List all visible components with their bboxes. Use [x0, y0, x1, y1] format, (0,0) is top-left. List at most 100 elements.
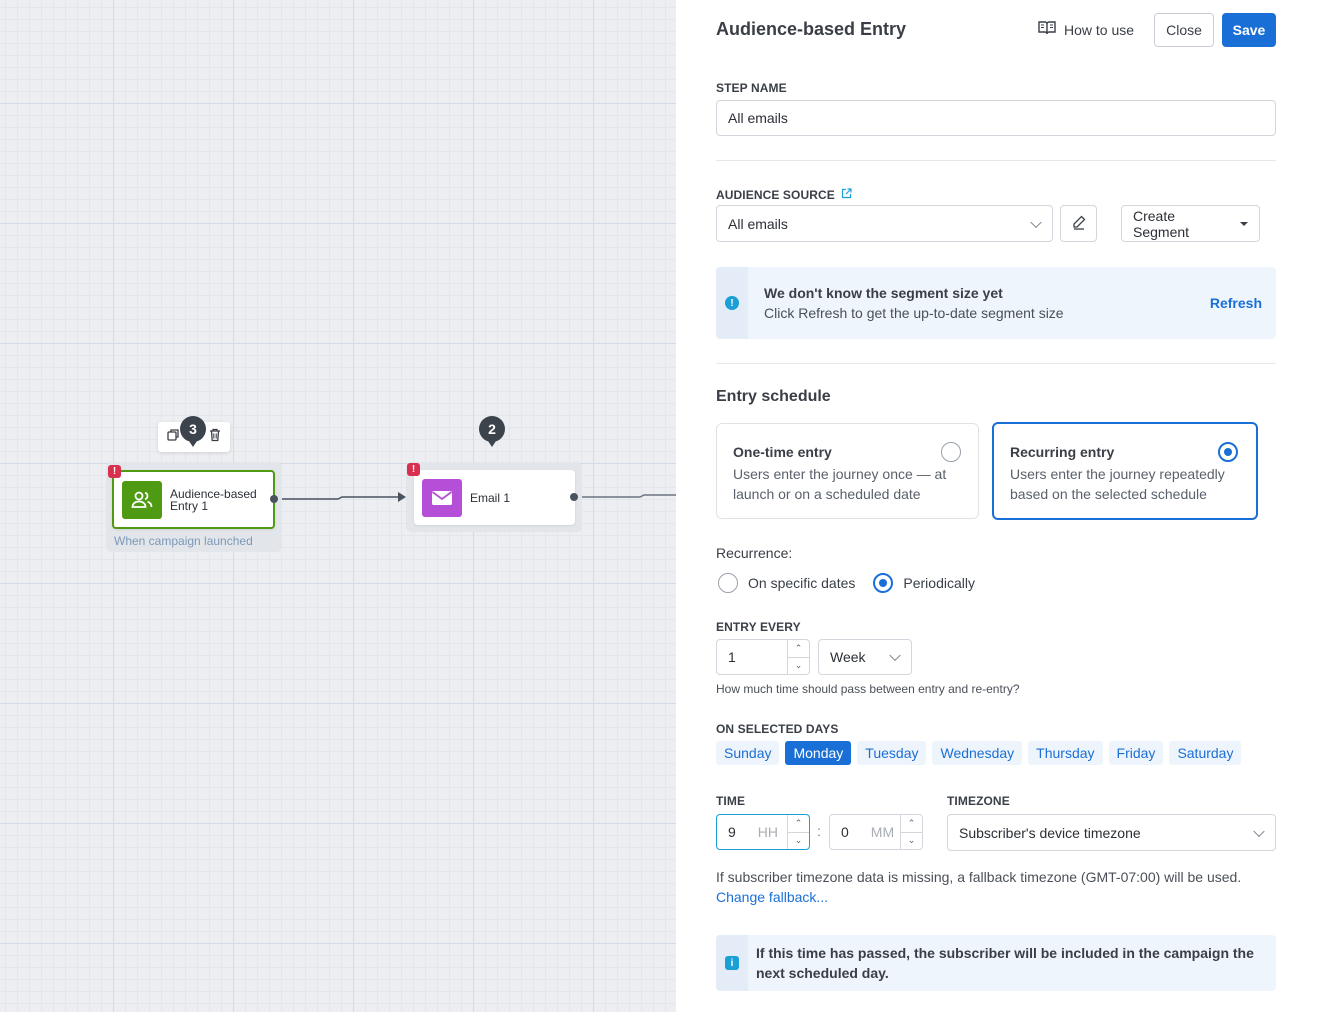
connector-email-out — [578, 494, 676, 498]
connector-entry-to-email — [278, 496, 398, 500]
day-chip-tuesday[interactable]: Tuesday — [857, 741, 927, 765]
chevron-down-icon[interactable]: ⌄ — [788, 831, 809, 850]
entry-node-caption: When campaign launched — [114, 534, 253, 548]
time-separator: : — [817, 823, 821, 839]
specific-dates-radio[interactable] — [718, 573, 738, 593]
entry-node-label: Audience-based Entry 1 — [170, 486, 257, 513]
entry-every-label: ENTRY EVERY — [716, 620, 801, 634]
close-button[interactable]: Close — [1154, 13, 1214, 47]
timezone-label: TIMEZONE — [947, 794, 1010, 808]
time-minutes-value: 0 — [841, 824, 849, 840]
change-fallback-link[interactable]: Change fallback... — [716, 889, 828, 905]
timezone-value: Subscriber's device timezone — [959, 824, 1141, 841]
periodically-radio[interactable] — [873, 573, 894, 593]
step-name-value: All emails — [728, 110, 788, 126]
envelope-icon — [422, 478, 462, 517]
time-hours-input[interactable]: 9 HH ⌃ ⌄ — [716, 814, 810, 850]
email-node-count-badge: 2 — [479, 416, 505, 447]
recurring-entry-radio[interactable] — [1218, 442, 1238, 462]
connector-arrowhead — [398, 492, 406, 502]
chevron-up-icon[interactable]: ⌃ — [901, 815, 922, 832]
trash-icon[interactable] — [208, 428, 222, 447]
recurrence-options: On specific dates Periodically — [718, 573, 975, 593]
pencil-icon — [1071, 214, 1087, 233]
info-strip: ! — [716, 267, 748, 339]
time-minutes-stepper: ⌃ ⌄ — [900, 815, 922, 849]
copy-icon[interactable] — [166, 428, 180, 447]
recurring-entry-desc: Users enter the journey repeatedly based… — [1010, 466, 1225, 502]
segment-info-title: We don't know the segment size yet — [764, 285, 1003, 301]
chevron-up-icon[interactable]: ⌃ — [788, 815, 809, 832]
step-settings-panel: Audience-based Entry How to use Close Sa… — [676, 0, 1318, 1012]
time-hours-value: 9 — [728, 824, 736, 840]
book-icon — [1038, 20, 1056, 39]
time-hours-placeholder: HH — [757, 824, 779, 840]
periodically-label[interactable]: Periodically — [903, 575, 975, 591]
divider — [716, 160, 1276, 161]
time-label: TIME — [716, 794, 746, 808]
audience-source-header: AUDIENCE SOURCE — [716, 186, 852, 204]
day-chip-saturday[interactable]: Saturday — [1169, 741, 1242, 765]
time-minutes-input[interactable]: 0 MM ⌃ ⌄ — [829, 814, 923, 850]
chevron-down-icon — [1030, 216, 1042, 228]
day-chip-monday[interactable]: Monday — [785, 741, 852, 765]
create-segment-label: Create Segment — [1133, 207, 1190, 240]
info-strip: i — [716, 935, 748, 991]
time-passed-info: i If this time has passed, the subscribe… — [716, 935, 1276, 991]
time-hours-stepper: ⌃ ⌄ — [787, 815, 809, 849]
segment-info-body: Click Refresh to get the up-to-date segm… — [764, 305, 1064, 321]
recurring-entry-title: Recurring entry — [1010, 444, 1115, 460]
entry-node-warning-icon: ! — [108, 465, 121, 478]
entry-schedule-heading: Entry schedule — [716, 388, 831, 405]
chevron-down-icon — [1253, 825, 1265, 837]
info-icon: i — [725, 956, 739, 970]
chevron-down-icon — [889, 649, 901, 662]
day-chip-thursday[interactable]: Thursday — [1028, 741, 1103, 765]
entry-every-input[interactable]: 1 ⌃ ⌄ — [716, 639, 810, 675]
divider — [716, 363, 1276, 364]
email-node[interactable]: Email 1 — [414, 470, 575, 525]
one-time-entry-desc: Users enter the journey once — at launch… — [733, 466, 947, 502]
day-chip-friday[interactable]: Friday — [1108, 741, 1164, 765]
entry-every-hint: How much time should pass between entry … — [716, 682, 1020, 696]
how-to-use-label: How to use — [1064, 21, 1135, 38]
entry-every-unit-select[interactable]: Week — [818, 639, 912, 675]
chevron-down-icon[interactable]: ⌄ — [901, 831, 922, 850]
entry-node-count-badge: 3 — [180, 416, 206, 447]
specific-dates-label[interactable]: On specific dates — [748, 575, 855, 591]
refresh-button[interactable]: Refresh — [1210, 295, 1262, 311]
audience-source-label: AUDIENCE SOURCE — [716, 188, 835, 202]
audience-source-value: All emails — [728, 215, 788, 232]
timezone-fallback-note: If subscriber timezone data is missing, … — [716, 869, 1242, 885]
selected-days-label: ON SELECTED DAYS — [716, 722, 839, 736]
chevron-up-icon[interactable]: ⌃ — [788, 640, 809, 657]
step-name-input[interactable]: All emails — [716, 100, 1276, 136]
external-link-icon[interactable] — [841, 186, 852, 204]
email-node-output-port[interactable] — [570, 493, 578, 501]
create-segment-button[interactable]: Create Segment — [1121, 205, 1260, 242]
timezone-select[interactable]: Subscriber's device timezone — [947, 814, 1276, 851]
journey-canvas[interactable]: 3 Audience-based Entry 1 ! When campaign… — [0, 0, 676, 1012]
recurrence-label: Recurrence: — [716, 545, 793, 561]
recurring-entry-card[interactable]: Recurring entry Users enter the journey … — [992, 422, 1258, 520]
entry-every-value: 1 — [728, 649, 736, 665]
how-to-use-link[interactable]: How to use — [1038, 20, 1134, 39]
audience-icon — [122, 480, 162, 519]
one-time-entry-radio[interactable] — [941, 442, 961, 462]
panel-title: Audience-based Entry — [716, 19, 907, 39]
entry-node[interactable]: Audience-based Entry 1 — [112, 470, 275, 529]
audience-source-select[interactable]: All emails — [716, 205, 1053, 242]
day-selector: Sunday Monday Tuesday Wednesday Thursday Frid… — [716, 741, 1242, 765]
entry-node-output-port[interactable] — [270, 495, 278, 503]
day-chip-sunday[interactable]: Sunday — [716, 741, 780, 765]
email-node-label: Email 1 — [470, 490, 511, 505]
time-passed-info-text: If this time has passed, the subscriber … — [756, 945, 1254, 981]
chevron-down-icon[interactable]: ⌄ — [788, 656, 809, 675]
segment-size-info: ! We don't know the segment size yet Cli… — [716, 267, 1276, 339]
step-name-label: STEP NAME — [716, 81, 787, 95]
save-button[interactable]: Save — [1222, 13, 1276, 47]
day-chip-wednesday[interactable]: Wednesday — [932, 741, 1023, 765]
one-time-entry-card[interactable]: One-time entry Users enter the journey o… — [716, 423, 979, 519]
time-minutes-placeholder: MM — [870, 824, 895, 840]
edit-segment-button[interactable] — [1060, 205, 1097, 242]
